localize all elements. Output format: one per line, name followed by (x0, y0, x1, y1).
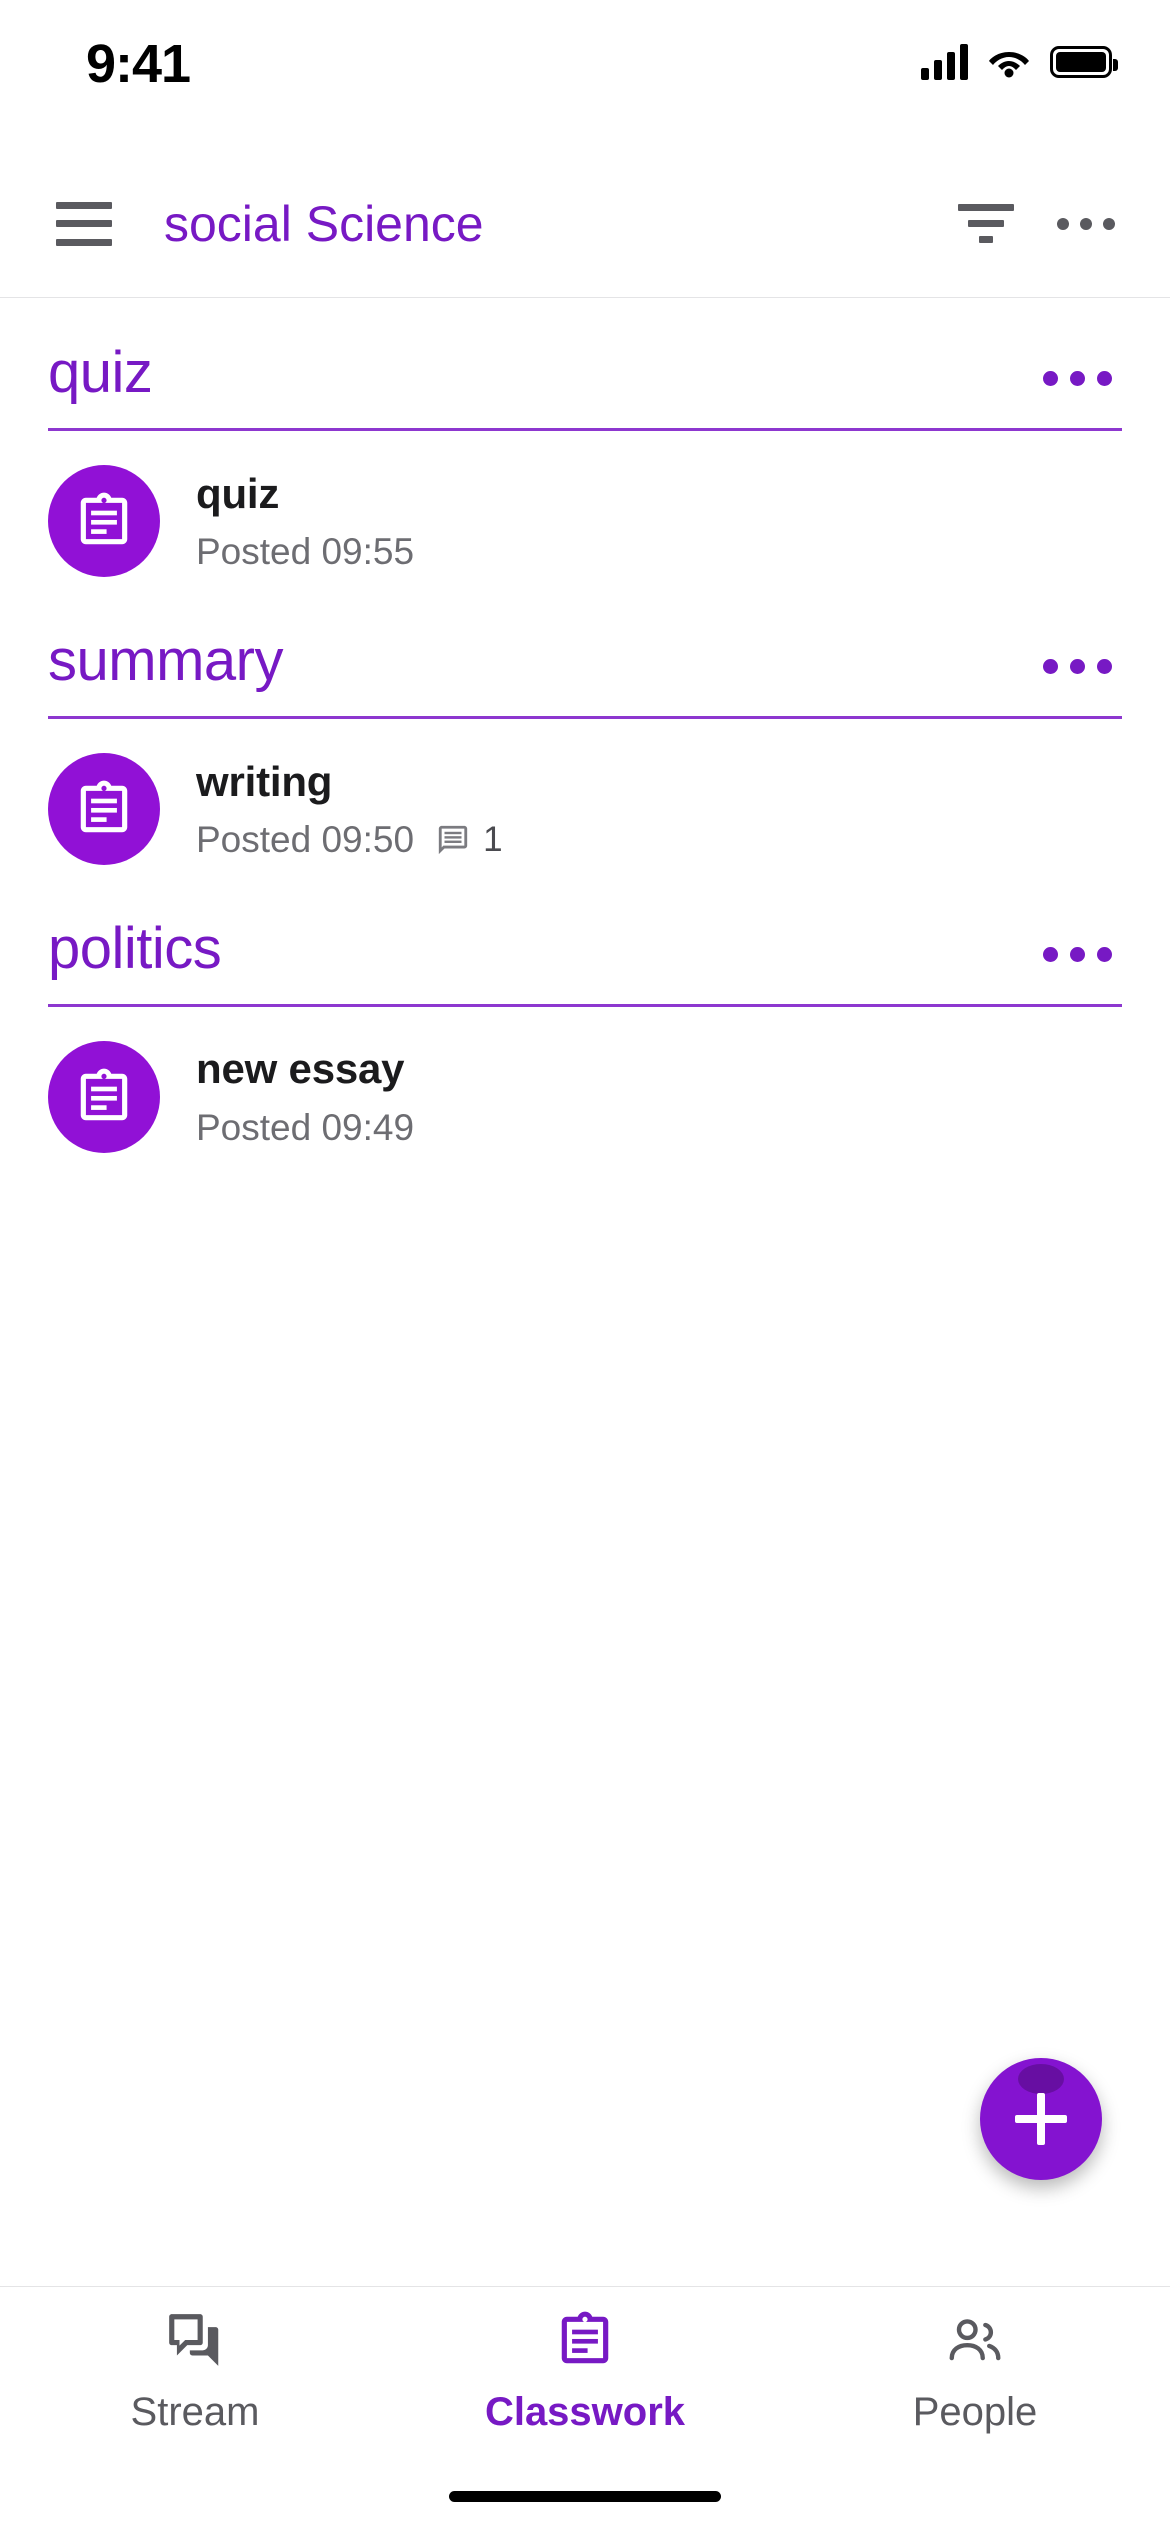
posted-time: Posted 09:55 (196, 531, 415, 573)
people-icon (944, 2309, 1006, 2376)
topic-section: quiz quiz Posted 09:55 (0, 299, 1170, 587)
list-item-text: new essay Posted 09:49 (196, 1044, 1122, 1148)
battery-full-icon (1050, 46, 1118, 78)
bottom-navigation: Stream Classwork People (0, 2286, 1170, 2532)
comment-badge: 1 (436, 819, 503, 860)
nav-item-people[interactable]: People (780, 2309, 1170, 2435)
topic-title[interactable]: politics (48, 918, 222, 980)
nav-label-people: People (912, 2390, 1038, 2434)
assignment-title: new essay (196, 1045, 405, 1093)
topic-header: summary (48, 587, 1122, 692)
status-bar: 9:41 (0, 0, 1170, 150)
list-item-text: writing Posted 09:50 1 (196, 757, 1122, 861)
list-item[interactable]: new essay Posted 09:49 (48, 1007, 1122, 1163)
app-bar-actions (950, 195, 1122, 253)
wifi-icon (988, 46, 1030, 78)
add-button[interactable] (980, 2058, 1102, 2180)
comment-icon (438, 825, 468, 855)
topic-overflow-menu-icon[interactable] (1033, 357, 1122, 404)
topic-header: politics (48, 875, 1122, 980)
app-bar: social Science (0, 150, 1170, 298)
classwork-list[interactable]: quiz quiz Posted 09:55 summary writing P… (0, 299, 1170, 2286)
stream-chat-icon (164, 2309, 226, 2376)
classwork-clipboard-icon (554, 2309, 616, 2376)
hamburger-menu-icon[interactable] (56, 201, 112, 246)
posted-time: Posted 09:50 (196, 818, 415, 860)
list-item-text: quiz Posted 09:55 (196, 469, 1122, 573)
nav-item-stream[interactable]: Stream (0, 2309, 390, 2435)
nav-label-classwork: Classwork (484, 2390, 686, 2434)
assignment-meta: Posted 09:49 (196, 1107, 1122, 1149)
status-time: 9:41 (86, 34, 191, 94)
nav-label-stream: Stream (130, 2390, 260, 2434)
topic-section: summary writing Posted 09:50 1 (0, 587, 1170, 875)
topic-header: quiz (48, 299, 1122, 404)
topic-title[interactable]: quiz (48, 342, 153, 404)
assignment-meta: Posted 09:50 1 (196, 819, 1122, 861)
topic-title[interactable]: summary (48, 630, 283, 692)
topic-overflow-menu-icon[interactable] (1033, 933, 1122, 980)
assignment-meta: Posted 09:55 (196, 531, 1122, 573)
comment-count: 1 (483, 819, 503, 859)
list-item[interactable]: quiz Posted 09:55 (48, 431, 1122, 587)
list-item[interactable]: writing Posted 09:50 1 (48, 719, 1122, 875)
assignment-title: writing (196, 757, 333, 805)
topic-overflow-menu-icon[interactable] (1033, 645, 1122, 692)
assignment-clipboard-icon (48, 752, 160, 865)
overflow-menu-icon[interactable] (1050, 195, 1122, 253)
filter-sort-icon[interactable] (950, 195, 1022, 253)
status-icons (921, 38, 1118, 86)
plus-icon (1015, 2093, 1067, 2145)
home-indicator (449, 2491, 721, 2502)
phone-screen: 9:41 social Science quiz quiz Posted 09:… (0, 0, 1170, 2532)
posted-time: Posted 09:49 (196, 1106, 415, 1148)
assignment-clipboard-icon (48, 1040, 160, 1153)
assignment-clipboard-icon (48, 464, 160, 577)
cellular-signal-icon (921, 44, 968, 80)
assignment-title: quiz (196, 469, 280, 517)
nav-item-classwork[interactable]: Classwork (390, 2309, 780, 2435)
topic-section: politics new essay Posted 09:49 (0, 875, 1170, 1163)
page-title: social Science (164, 195, 484, 252)
